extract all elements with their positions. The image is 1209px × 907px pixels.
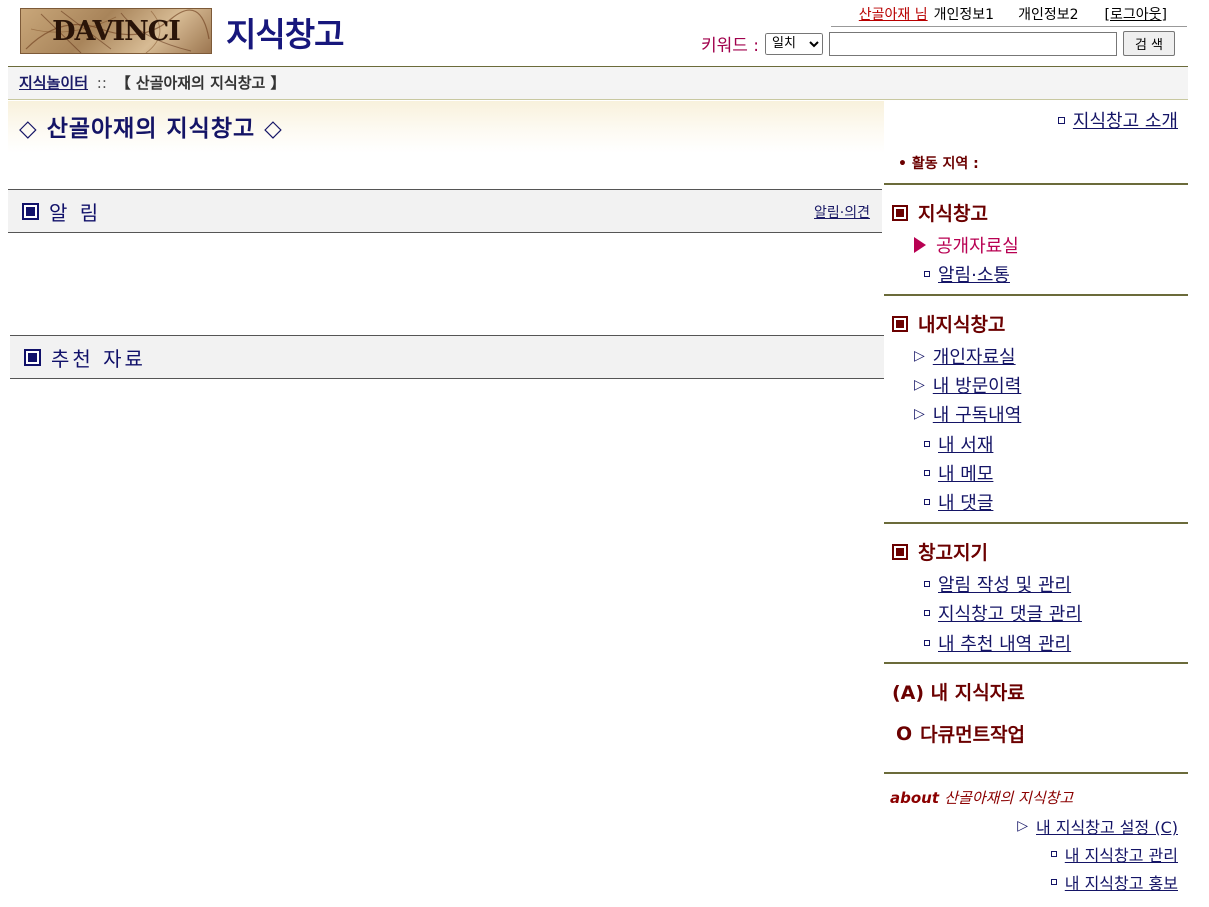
sidebar-item-subscriptions[interactable]: ▷ 내 구독내역	[914, 401, 1021, 427]
profile1-link[interactable]: 개인정보1	[934, 4, 994, 24]
sidebar-item-personal-library[interactable]: ▷ 개인자료실	[914, 343, 1016, 369]
circle-o-icon: O	[896, 722, 913, 745]
bullet-square-icon	[1050, 851, 1057, 857]
sidebar-item-comment-manage[interactable]: 지식창고 댓글 관리	[924, 600, 1082, 626]
davinci-logo[interactable]: DAVINCI	[20, 8, 212, 54]
my-knowledge-label: (A) 내 지식자료	[892, 682, 1025, 704]
header: DAVINCI 지식창고 산골아재 님 개인정보1 개인정보2 [로그아웃] 키…	[0, 0, 1209, 66]
sidebar-item-notice-comm[interactable]: 알림·소통	[924, 261, 1010, 287]
group-square-icon	[892, 315, 908, 332]
item-label: 내 구독내역	[932, 405, 1022, 426]
search-button[interactable]: 검 색	[1123, 31, 1175, 56]
profile2-link[interactable]: 개인정보2	[1018, 4, 1078, 24]
logo-text: DAVINCI	[52, 15, 181, 47]
bullet-square-icon	[924, 499, 930, 505]
bullet-square-icon	[924, 271, 930, 277]
intro-link[interactable]: 지식창고 소개	[1073, 107, 1178, 133]
sidebar-item-public-library[interactable]: 공개자료실	[914, 232, 1019, 258]
item-label: 내 추천 내역 관리	[938, 634, 1072, 655]
sidebar: 지식창고 소개 • 활동 지역 : 지식창고 공개자료실 알림·소통 내지식창고…	[884, 101, 1188, 907]
play-outline-icon: ▷	[914, 348, 925, 364]
group-my-knowledge-header: 내지식창고	[892, 310, 1005, 337]
keyword-label: 키워드 :	[700, 36, 759, 56]
sidebar-item-memo[interactable]: 내 메모	[924, 460, 993, 486]
item-label: 지식창고 댓글 관리	[938, 604, 1082, 625]
settings-link: 내 지식창고 설정 (C)	[1036, 818, 1178, 837]
section-square-icon	[22, 202, 39, 220]
play-solid-icon	[914, 237, 926, 253]
recommend-title: 추천 자료	[51, 346, 146, 371]
promote-link: 내 지식창고 홍보	[1064, 874, 1178, 893]
sidebar-item-bookshelf[interactable]: 내 서재	[924, 431, 993, 457]
manage-item[interactable]: 내 지식창고 관리	[1050, 842, 1178, 866]
keyword-input[interactable]	[829, 31, 1117, 56]
bullet-square-icon	[1050, 879, 1057, 885]
page-title: ◇ 산골아재의 지식창고 ◇	[8, 101, 884, 153]
user-links: 산골아재 님 개인정보1 개인정보2 [로그아웃]	[859, 4, 1167, 24]
breadcrumb-home-link[interactable]: 지식놀이터	[19, 74, 88, 92]
bullet-square-icon	[924, 610, 930, 616]
sidebar-divider	[884, 522, 1188, 524]
section-square-icon	[24, 348, 41, 366]
sidebar-divider	[884, 183, 1188, 185]
item-label: 알림·소통	[938, 265, 1010, 286]
recommend-section-header: 추천 자료	[10, 335, 884, 379]
group-title: 창고지기	[918, 542, 988, 564]
document-work-label: 다큐먼트작업	[920, 724, 1026, 746]
match-type-select[interactable]: 일치	[765, 32, 823, 55]
manage-link: 내 지식창고 관리	[1064, 846, 1178, 865]
user-name-link[interactable]: 산골아재 님	[859, 4, 928, 24]
document-work-link[interactable]: O 다큐먼트작업	[896, 720, 1025, 747]
sidebar-divider	[884, 772, 1188, 774]
item-label: 내 서재	[938, 435, 994, 456]
group-title: 지식창고	[918, 203, 988, 225]
breadcrumb: 지식놀이터 :: 【 산골아재의 지식창고 】	[8, 66, 1188, 100]
search-row: 키워드 : 일치 검 색	[701, 31, 1175, 56]
bullet-square-icon	[924, 441, 930, 447]
activity-area-label: • 활동 지역 :	[898, 156, 979, 172]
notice-opinion-link[interactable]: 알림·의견	[814, 202, 870, 222]
sidebar-item-visit-history[interactable]: ▷ 내 방문이력	[914, 372, 1021, 398]
notice-title: 알 림	[49, 200, 102, 225]
bullet-square-icon	[924, 581, 930, 587]
notice-section-header: 알 림 알림·의견	[8, 189, 882, 233]
logout-link[interactable]: 로그아웃	[1110, 7, 1162, 23]
group-keeper-header: 창고지기	[892, 538, 988, 565]
group-square-icon	[892, 543, 908, 560]
about-prefix: about	[890, 789, 940, 807]
my-knowledge-data-link[interactable]: (A) 내 지식자료	[892, 678, 1025, 705]
sidebar-item-notice-manage[interactable]: 알림 작성 및 관리	[924, 571, 1071, 597]
sidebar-divider	[884, 294, 1188, 296]
item-label: 개인자료실	[932, 347, 1016, 368]
group-knowledge-header: 지식창고	[892, 199, 988, 226]
intro-row: 지식창고 소개	[1057, 107, 1178, 133]
item-label: 알림 작성 및 관리	[938, 575, 1072, 596]
play-outline-icon: ▷	[914, 406, 925, 422]
bullet-square-icon	[924, 640, 930, 646]
logout-bracket-close: ]	[1161, 7, 1167, 23]
sidebar-divider	[884, 662, 1188, 664]
group-title: 내지식창고	[918, 314, 1006, 336]
site-title[interactable]: 지식창고	[226, 8, 344, 56]
breadcrumb-current: 【 산골아재의 지식창고 】	[115, 74, 286, 92]
sidebar-item-comments[interactable]: 내 댓글	[924, 489, 993, 515]
item-label: 내 방문이력	[932, 376, 1022, 397]
play-outline-icon: ▷	[914, 377, 925, 393]
promote-item[interactable]: 내 지식창고 홍보	[1050, 870, 1178, 894]
group-square-icon	[892, 204, 908, 221]
settings-item[interactable]: ▷ 내 지식창고 설정 (C)	[1017, 814, 1178, 838]
bullet-square-icon	[924, 470, 930, 476]
about-name: 산골아재의 지식창고	[944, 789, 1074, 807]
play-outline-icon: ▷	[1017, 818, 1029, 834]
item-label: 내 댓글	[938, 493, 994, 514]
sidebar-item-recommend-manage[interactable]: 내 추천 내역 관리	[924, 630, 1071, 656]
about-label: about 산골아재의 지식창고	[890, 787, 1073, 808]
item-label: 내 메모	[938, 464, 994, 485]
breadcrumb-separator: ::	[96, 74, 107, 92]
item-label: 공개자료실	[936, 236, 1019, 257]
user-links-divider	[831, 26, 1187, 27]
bullet-square-icon	[1057, 116, 1065, 124]
logout-wrapper: [로그아웃]	[1105, 4, 1167, 24]
